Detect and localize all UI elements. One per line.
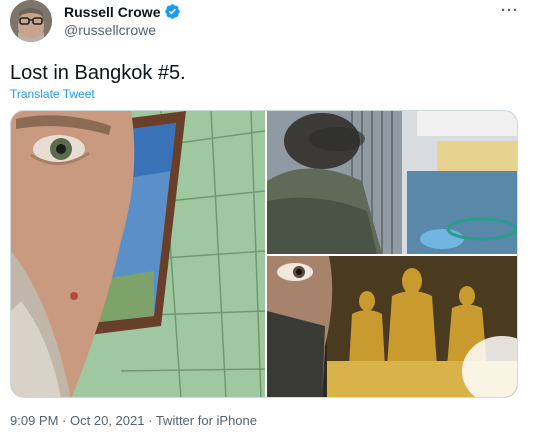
photo-2-image xyxy=(267,111,517,254)
tweet-source: Twitter for iPhone xyxy=(155,413,257,428)
separator: · xyxy=(148,413,153,428)
photo-3-image xyxy=(267,256,517,397)
avatar-image xyxy=(10,0,52,42)
more-options-button[interactable]: ··· xyxy=(501,2,519,19)
media-grid xyxy=(10,110,518,398)
author-name[interactable]: Russell Crowe xyxy=(64,4,160,20)
tweet-date[interactable]: Oct 20, 2021 xyxy=(70,413,144,428)
author-name-row[interactable]: Russell Crowe xyxy=(64,3,181,20)
tweet-timestamp: 9:09 PM · Oct 20, 2021 · Twitter for iPh… xyxy=(10,413,257,428)
avatar[interactable] xyxy=(10,0,52,42)
photo-3[interactable] xyxy=(267,256,517,397)
tweet-time[interactable]: 9:09 PM xyxy=(10,413,58,428)
translate-tweet-link[interactable]: Translate Tweet xyxy=(10,87,95,101)
author-handle[interactable]: @russellcrowe xyxy=(64,22,156,38)
tweet-text: Lost in Bangkok #5. xyxy=(10,62,186,84)
photo-1[interactable] xyxy=(11,111,265,397)
verified-badge-icon xyxy=(165,4,181,19)
photo-1-image xyxy=(11,111,265,397)
separator: · xyxy=(62,413,67,428)
photo-2[interactable] xyxy=(267,111,517,254)
